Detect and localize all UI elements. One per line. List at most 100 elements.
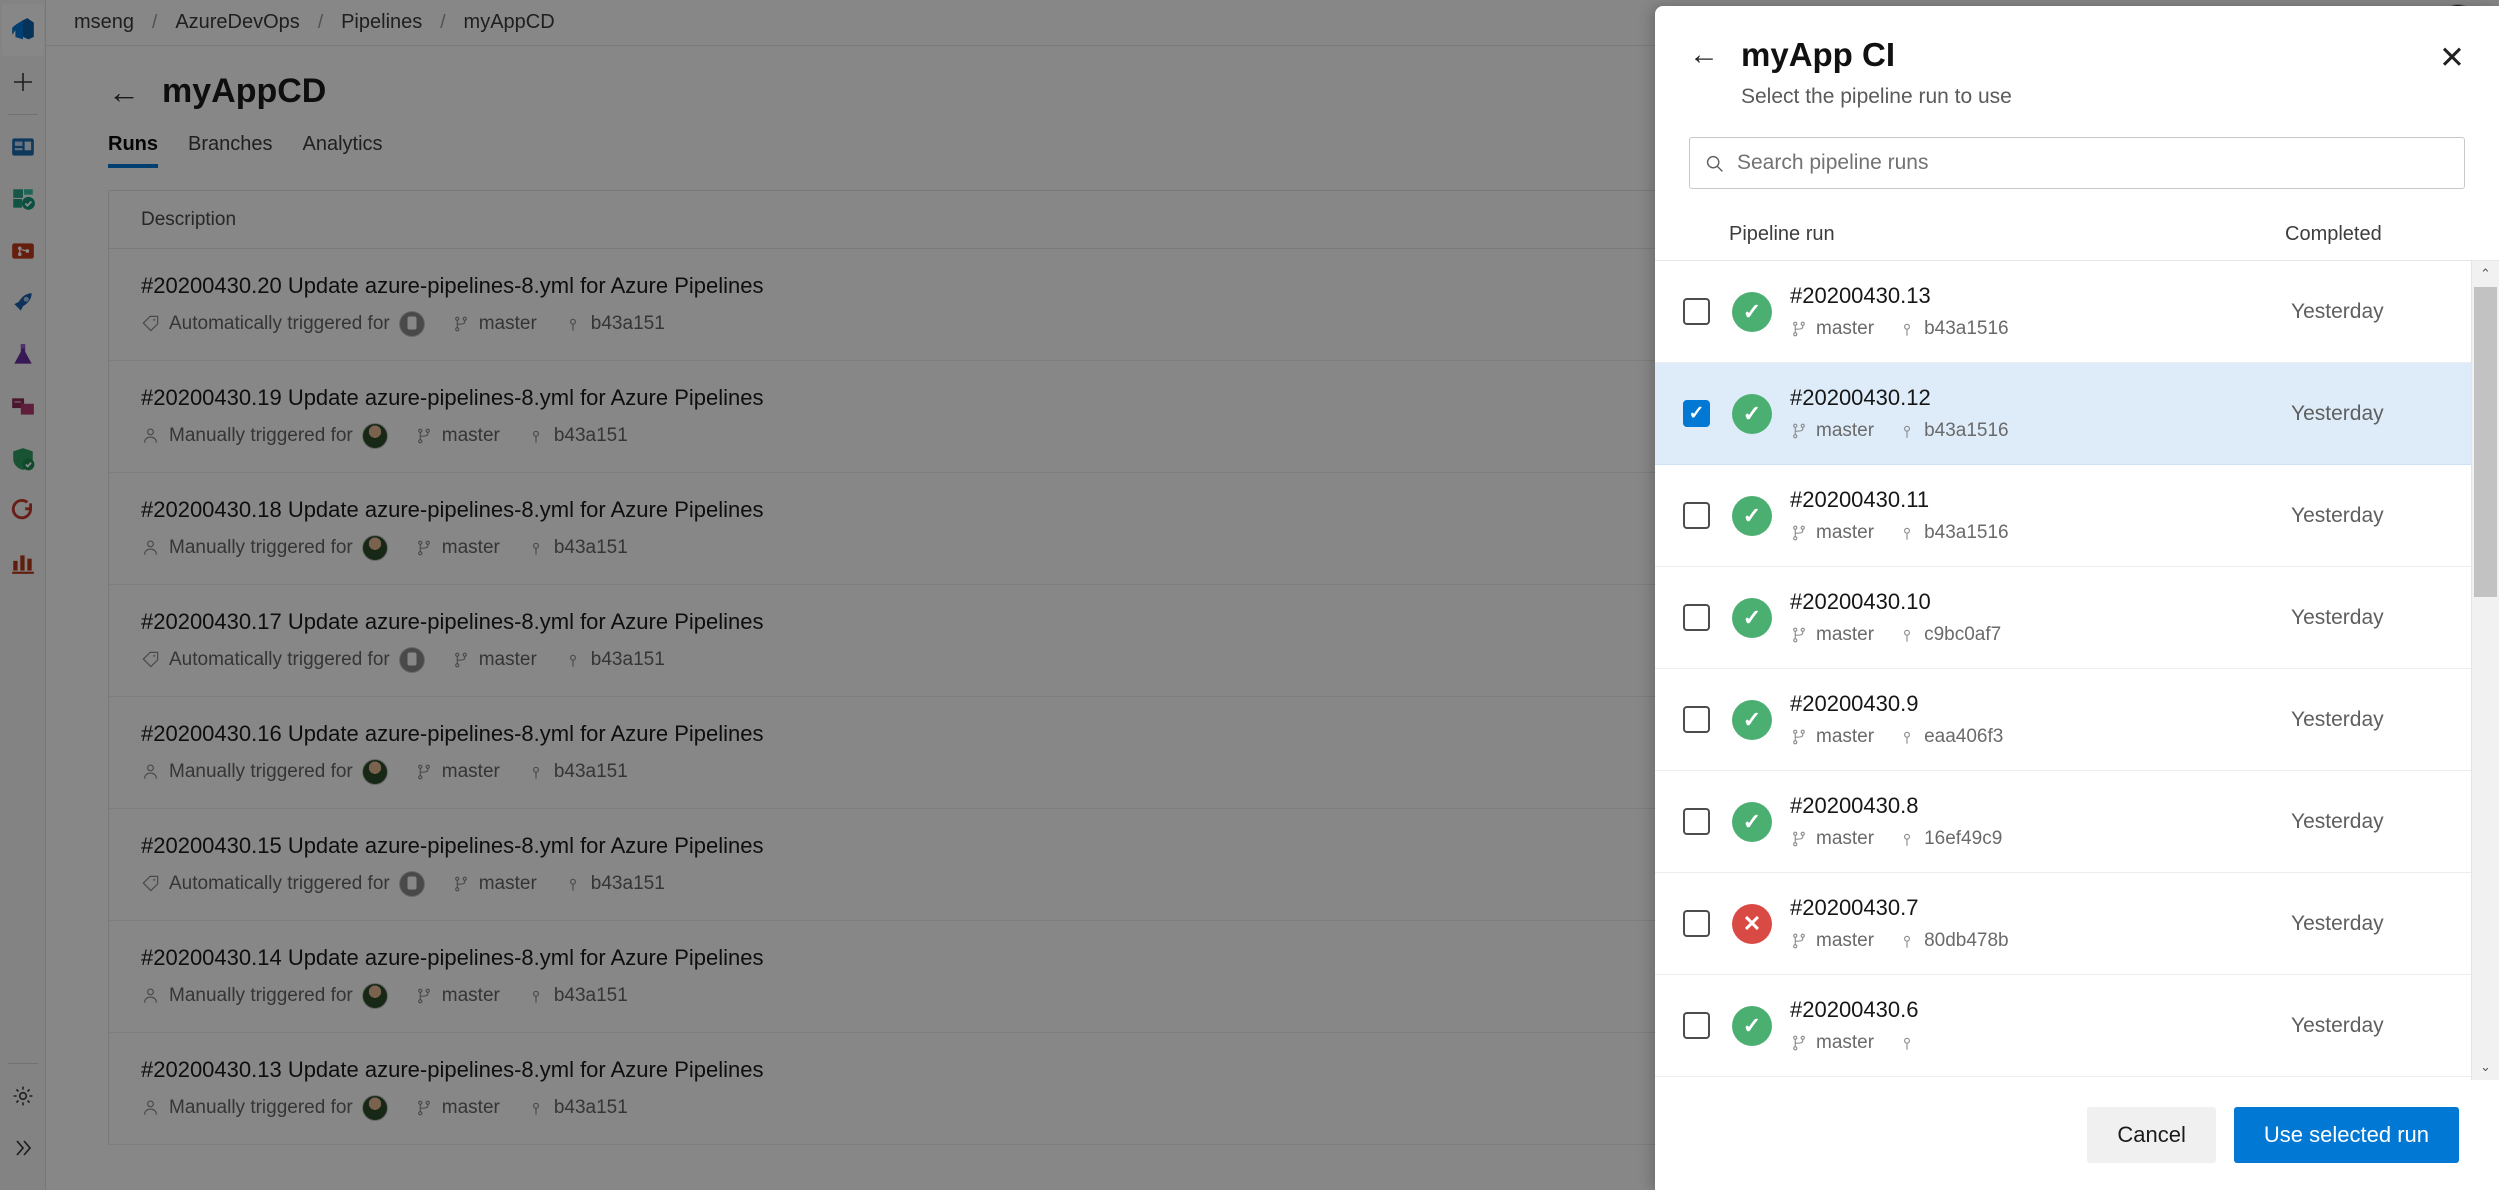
- list-item[interactable]: ✓ #20200430.10 master c9bc0af7 Yesterday: [1655, 567, 2471, 669]
- run-branch: master: [1816, 420, 1875, 441]
- run-info: #20200430.13 master b43a1516: [1790, 283, 2291, 340]
- list-item[interactable]: ✓ #20200430.11 master b43a1516 Yesterday: [1655, 465, 2471, 567]
- list-item[interactable]: ✓ #20200430.6 master Yesterday: [1655, 975, 2471, 1077]
- run-status-succeeded-icon: ✓: [1732, 495, 1772, 536]
- scroll-up-icon[interactable]: ⌃: [2472, 261, 2499, 287]
- run-checkbox[interactable]: [1683, 1012, 1710, 1039]
- search-icon: [1706, 155, 1723, 172]
- run-checkbox[interactable]: [1683, 910, 1710, 937]
- scrollbar-track[interactable]: [2472, 287, 2499, 1054]
- run-info: #20200430.6 master: [1790, 997, 2291, 1054]
- run-commit: b43a1516: [1924, 522, 2009, 543]
- branch-icon: [1793, 423, 1805, 439]
- run-status-succeeded-icon: ✓: [1732, 597, 1772, 638]
- run-metadata: master b43a1516: [1790, 318, 2291, 340]
- cancel-button[interactable]: Cancel: [2087, 1107, 2216, 1163]
- run-branch: master: [1816, 726, 1875, 747]
- list-item[interactable]: ✓ #20200430.9 master eaa406f3 Yesterday: [1655, 669, 2471, 771]
- run-status-succeeded-icon: ✓: [1732, 1005, 1772, 1046]
- run-name: #20200430.13: [1790, 283, 1931, 308]
- branch-icon: [1793, 729, 1805, 745]
- branch-icon: [1793, 933, 1805, 949]
- run-branch: master: [1816, 624, 1875, 645]
- column-header-completed: Completed: [2285, 223, 2382, 245]
- commit-icon: [1904, 731, 1911, 744]
- run-commit: 16ef49c9: [1924, 828, 2003, 849]
- panel-footer: Cancel Use selected run: [1655, 1080, 2499, 1190]
- panel-title: myApp CI: [1741, 36, 1896, 73]
- run-metadata: master 80db478b: [1790, 930, 2291, 952]
- panel-back-arrow-icon[interactable]: ←: [1689, 40, 1719, 70]
- run-name: #20200430.10: [1790, 589, 1931, 614]
- run-completed: Yesterday: [2291, 707, 2384, 731]
- run-completed: Yesterday: [2291, 605, 2384, 629]
- run-metadata: master b43a1516: [1790, 522, 2291, 544]
- run-metadata: master: [1790, 1032, 2291, 1054]
- close-icon[interactable]: ✕: [2439, 42, 2465, 73]
- run-info: #20200430.11 master b43a1516: [1790, 487, 2291, 544]
- panel-header: ← myApp CI ✕ Select the pipeline run to …: [1655, 6, 2499, 109]
- run-list: ✓ #20200430.13 master b43a1516 Yesterday ✓ #20…: [1655, 261, 2471, 1080]
- branch-icon: [1793, 525, 1805, 541]
- run-info: #20200430.7 master 80db478b: [1790, 895, 2291, 952]
- run-checkbox[interactable]: [1683, 400, 1710, 427]
- run-completed: Yesterday: [2291, 911, 2384, 935]
- run-name: #20200430.12: [1790, 385, 1931, 410]
- run-branch: master: [1816, 930, 1875, 951]
- run-checkbox[interactable]: [1683, 706, 1710, 733]
- run-info: #20200430.8 master 16ef49c9: [1790, 793, 2291, 850]
- run-status-failed-icon: ✕: [1732, 903, 1772, 944]
- commit-icon: [1904, 833, 1911, 846]
- commit-icon: [1904, 1037, 1911, 1050]
- scroll-down-icon[interactable]: ⌄: [2472, 1054, 2499, 1080]
- commit-icon: [1904, 527, 1911, 540]
- run-branch: master: [1816, 828, 1875, 849]
- use-selected-run-button[interactable]: Use selected run: [2233, 1107, 2459, 1163]
- run-branch: master: [1816, 522, 1875, 543]
- run-name: #20200430.7: [1790, 895, 1919, 920]
- column-header-pipeline-run: Pipeline run: [1729, 223, 1835, 245]
- run-list-container: ✓ #20200430.13 master b43a1516 Yesterday ✓ #20…: [1655, 261, 2499, 1080]
- run-list-header: Pipeline run Completed: [1655, 209, 2499, 261]
- run-completed: Yesterday: [2291, 503, 2384, 527]
- branch-icon: [1793, 321, 1805, 337]
- commit-icon: [1904, 935, 1911, 948]
- run-status-succeeded-icon: ✓: [1732, 801, 1772, 842]
- run-name: #20200430.9: [1790, 691, 1919, 716]
- run-commit: 80db478b: [1924, 930, 2009, 951]
- run-info: #20200430.12 master b43a1516: [1790, 385, 2291, 442]
- pipeline-run-picker-panel: ← myApp CI ✕ Select the pipeline run to …: [1655, 6, 2499, 1190]
- panel-title-row: ← myApp CI: [1689, 36, 2465, 74]
- list-item[interactable]: ✓ #20200430.8 master 16ef49c9 Yesterday: [1655, 771, 2471, 873]
- run-status-succeeded-icon: ✓: [1732, 699, 1772, 740]
- scrollbar-thumb[interactable]: [2474, 287, 2497, 597]
- run-metadata: master b43a1516: [1790, 420, 2291, 442]
- run-metadata: master c9bc0af7: [1790, 624, 2291, 646]
- branch-icon: [1793, 627, 1805, 643]
- run-info: #20200430.10 master c9bc0af7: [1790, 589, 2291, 646]
- run-branch: master: [1816, 1032, 1875, 1053]
- list-item[interactable]: ✕ #20200430.7 master 80db478b Yesterday: [1655, 873, 2471, 975]
- run-info: #20200430.9 master eaa406f3: [1790, 691, 2291, 748]
- run-completed: Yesterday: [2291, 809, 2384, 833]
- run-checkbox[interactable]: [1683, 298, 1710, 325]
- run-commit: c9bc0af7: [1924, 624, 2002, 645]
- search-input[interactable]: Search pipeline runs: [1689, 137, 2465, 189]
- list-item[interactable]: ✓ #20200430.13 master b43a1516 Yesterday: [1655, 261, 2471, 363]
- run-checkbox[interactable]: [1683, 808, 1710, 835]
- app-root: mseng / AzureDevOps / Pipelines / myAppC…: [0, 0, 2499, 1190]
- run-completed: Yesterday: [2291, 1013, 2384, 1037]
- run-commit: eaa406f3: [1924, 726, 2004, 747]
- search-placeholder: Search pipeline runs: [1737, 151, 1929, 174]
- run-checkbox[interactable]: [1683, 604, 1710, 631]
- run-checkbox[interactable]: [1683, 502, 1710, 529]
- branch-icon: [1793, 1035, 1805, 1051]
- run-name: #20200430.8: [1790, 793, 1919, 818]
- list-item[interactable]: ✓ #20200430.12 master b43a1516 Yesterday: [1655, 363, 2471, 465]
- panel-scrollbar[interactable]: ⌃ ⌄: [2471, 261, 2499, 1080]
- commit-icon: [1904, 629, 1911, 642]
- run-name: #20200430.6: [1790, 997, 1919, 1022]
- run-commit: b43a1516: [1924, 318, 2009, 339]
- run-completed: Yesterday: [2291, 299, 2384, 323]
- run-status-succeeded-icon: ✓: [1732, 393, 1772, 434]
